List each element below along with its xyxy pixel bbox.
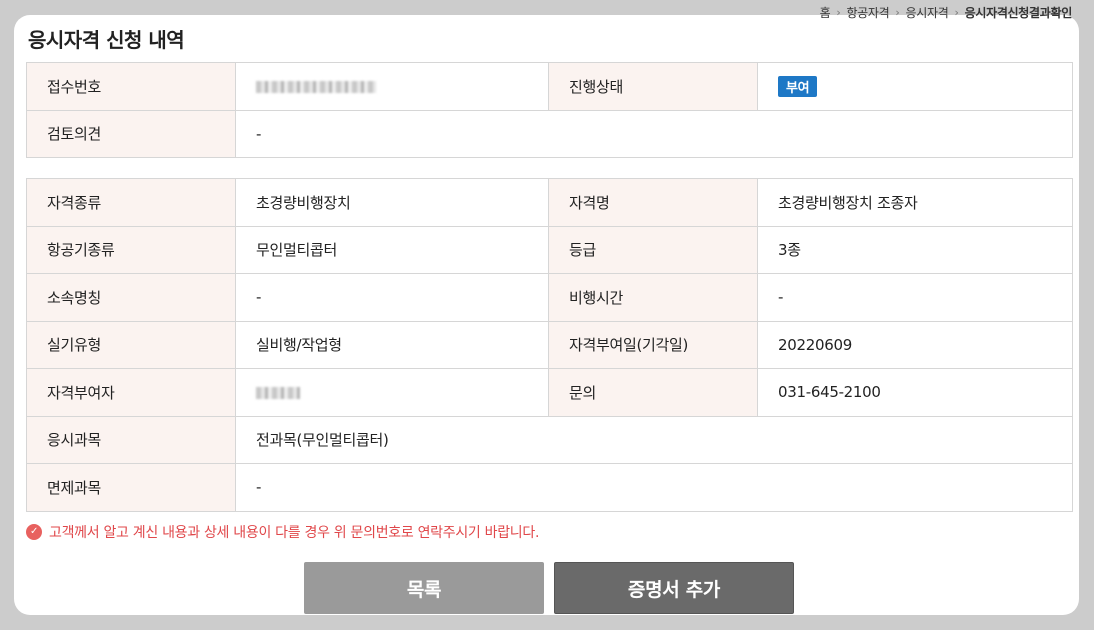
qual-name-value: 초경량비행장치 조종자 bbox=[757, 178, 1073, 227]
receipt-no-value bbox=[235, 62, 549, 111]
content-panel: 응시자격 신청 내역 접수번호 진행상태 부여 검토의견 - 자격종류 초경량비… bbox=[14, 15, 1079, 615]
practical-type-value: 실비행/작업형 bbox=[235, 320, 549, 369]
notice-message: ✓ 고객께서 알고 계신 내용과 상세 내용이 다를 경우 위 문의번호로 연락… bbox=[26, 522, 539, 542]
table-row: 자격부여자 문의 031-645-2100 bbox=[26, 368, 1073, 417]
status-label: 진행상태 bbox=[548, 62, 758, 111]
details-table: 자격종류 초경량비행장치 자격명 초경량비행장치 조종자 항공기종류 무인멀티콥… bbox=[26, 178, 1073, 512]
chevron-right-icon: › bbox=[836, 6, 841, 19]
redacted-receipt-no bbox=[256, 80, 376, 93]
breadcrumb-level2[interactable]: 응시자격 bbox=[906, 4, 949, 21]
exam-subject-value: 전과목(무인멀티콥터) bbox=[235, 415, 1073, 464]
granter-value bbox=[235, 368, 549, 417]
affiliation-label: 소속명칭 bbox=[26, 273, 236, 322]
chevron-right-icon: › bbox=[954, 6, 959, 19]
granted-date-value: 20220609 bbox=[757, 320, 1073, 369]
grade-label: 등급 bbox=[548, 225, 758, 274]
breadcrumb-current: 응시자격신청결과확인 bbox=[964, 6, 1073, 20]
table-row: 자격종류 초경량비행장치 자격명 초경량비행장치 조종자 bbox=[26, 178, 1073, 227]
review-value: - bbox=[235, 109, 1073, 158]
exempt-subject-label: 면제과목 bbox=[26, 463, 236, 512]
list-button[interactable]: 목록 bbox=[304, 562, 544, 614]
flight-time-value: - bbox=[757, 273, 1073, 322]
practical-type-label: 실기유형 bbox=[26, 320, 236, 369]
affiliation-value: - bbox=[235, 273, 549, 322]
qual-type-label: 자격종류 bbox=[26, 178, 236, 227]
table-row: 소속명칭 - 비행시간 - bbox=[26, 273, 1073, 322]
qual-type-value: 초경량비행장치 bbox=[235, 178, 549, 227]
qual-name-label: 자격명 bbox=[548, 178, 758, 227]
table-row: 접수번호 진행상태 부여 bbox=[26, 62, 1073, 111]
check-circle-icon: ✓ bbox=[26, 524, 42, 540]
inquiry-label: 문의 bbox=[548, 368, 758, 417]
exempt-subject-value: - bbox=[235, 463, 1073, 512]
table-row: 면제과목 - bbox=[26, 463, 1073, 512]
breadcrumb-level1[interactable]: 항공자격 bbox=[846, 4, 889, 21]
summary-table: 접수번호 진행상태 부여 검토의견 - bbox=[26, 62, 1073, 158]
aircraft-type-value: 무인멀티콥터 bbox=[235, 225, 549, 274]
aircraft-type-label: 항공기종류 bbox=[26, 225, 236, 274]
grade-value: 3종 bbox=[757, 225, 1073, 274]
chevron-right-icon: › bbox=[895, 6, 900, 19]
page-title: 응시자격 신청 내역 bbox=[28, 28, 185, 52]
table-row: 응시과목 전과목(무인멀티콥터) bbox=[26, 415, 1073, 464]
notice-text: 고객께서 알고 계신 내용과 상세 내용이 다를 경우 위 문의번호로 연락주시… bbox=[49, 525, 540, 541]
table-row: 검토의견 - bbox=[26, 109, 1073, 158]
inquiry-value: 031-645-2100 bbox=[757, 368, 1073, 417]
receipt-no-label: 접수번호 bbox=[26, 62, 236, 111]
flight-time-label: 비행시간 bbox=[548, 273, 758, 322]
breadcrumb: 홈 › 항공자격 › 응시자격 › 응시자격신청결과확인 bbox=[820, 4, 1073, 21]
redacted-granter bbox=[256, 386, 300, 399]
status-cell: 부여 bbox=[757, 62, 1073, 111]
add-certificate-button[interactable]: 증명서 추가 bbox=[554, 562, 794, 614]
exam-subject-label: 응시과목 bbox=[26, 415, 236, 464]
breadcrumb-home[interactable]: 홈 bbox=[820, 4, 831, 21]
review-label: 검토의견 bbox=[26, 109, 236, 158]
table-row: 항공기종류 무인멀티콥터 등급 3종 bbox=[26, 225, 1073, 274]
granter-label: 자격부여자 bbox=[26, 368, 236, 417]
granted-date-label: 자격부여일(기각일) bbox=[548, 320, 758, 369]
table-row: 실기유형 실비행/작업형 자격부여일(기각일) 20220609 bbox=[26, 320, 1073, 369]
status-badge: 부여 bbox=[778, 75, 818, 97]
